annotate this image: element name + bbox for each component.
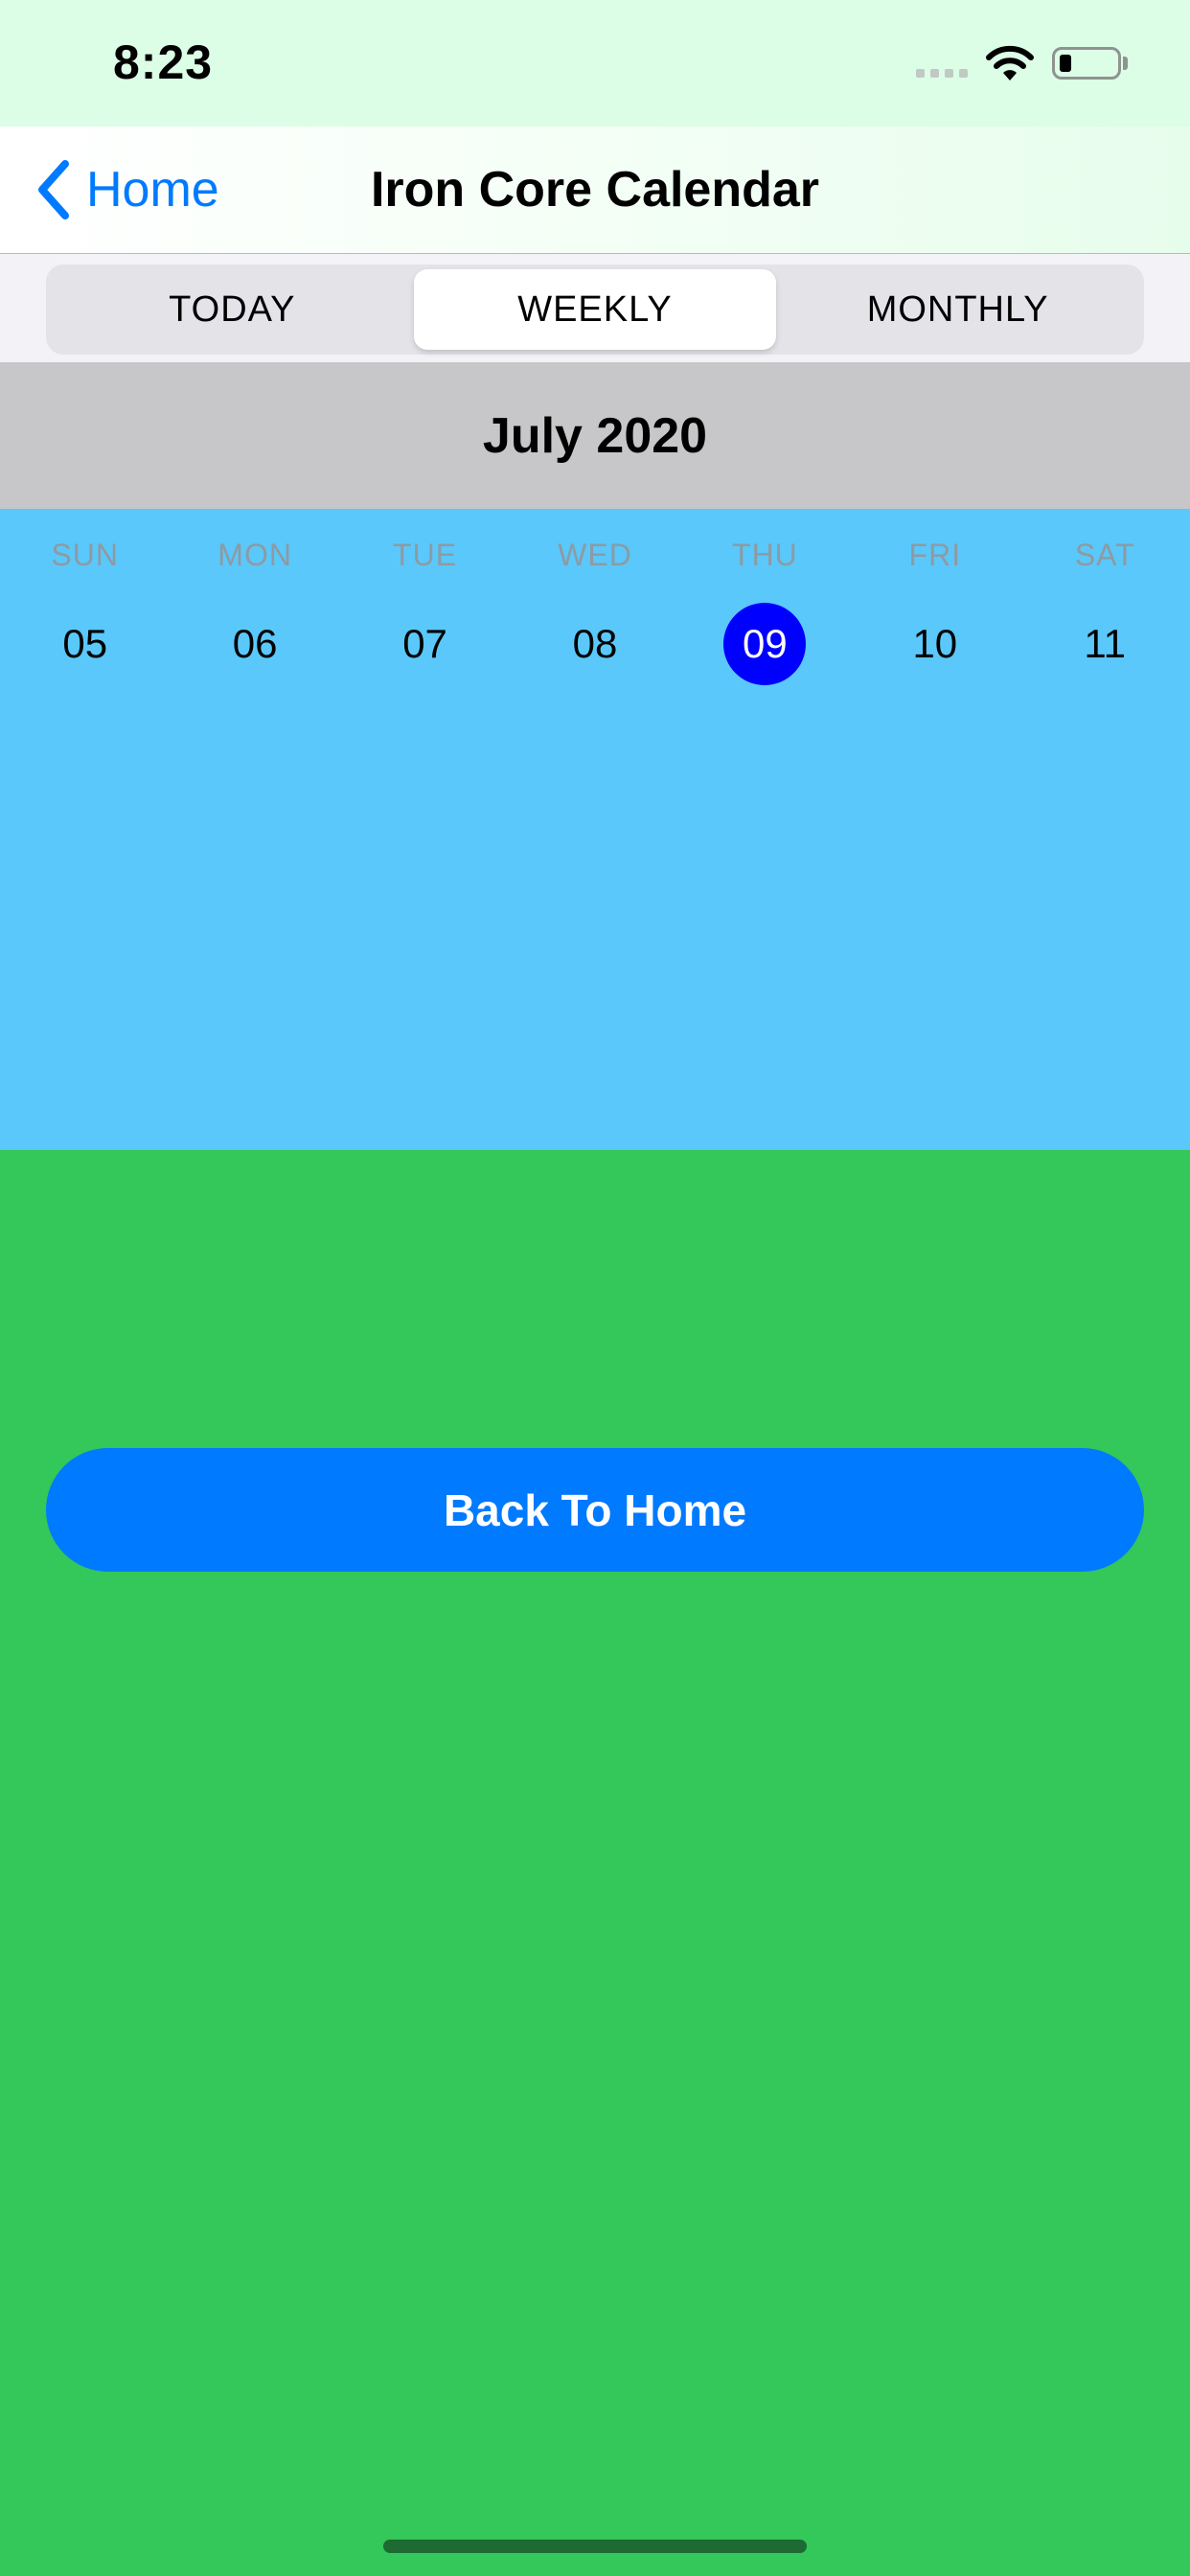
weekday-sun: SUN: [51, 538, 119, 572]
wifi-icon: [986, 45, 1034, 80]
weekday-thu: THU: [732, 538, 798, 572]
battery-icon: [1052, 47, 1121, 80]
weekday-mon: MON: [217, 538, 292, 572]
date-cell-selected[interactable]: 09: [723, 603, 807, 685]
month-header: July 2020: [0, 362, 1190, 509]
date-cell[interactable]: 11: [1064, 603, 1146, 685]
home-indicator[interactable]: [383, 2540, 807, 2553]
date-cell[interactable]: 05: [44, 603, 126, 685]
date-cell[interactable]: 10: [894, 603, 976, 685]
weekday-tue: TUE: [393, 538, 458, 572]
weekday-fri: FRI: [908, 538, 962, 572]
weekday-sat: SAT: [1074, 538, 1135, 572]
weekday-wed: WED: [558, 538, 632, 572]
segment-monthly[interactable]: MONTHLY: [776, 269, 1139, 350]
view-mode-bar: TODAY WEEKLY MONTHLY: [0, 254, 1190, 362]
battery-tip: [1123, 57, 1128, 70]
date-row: 05 06 07 08 09 10 11: [0, 603, 1190, 685]
back-to-home-button[interactable]: Back To Home: [46, 1448, 1144, 1572]
segment-weekly[interactable]: WEEKLY: [413, 269, 777, 350]
week-calendar: SUN MON TUE WED THU FRI SAT 05 06 07 08 …: [0, 509, 1190, 1150]
date-cell[interactable]: 06: [214, 603, 296, 685]
status-time: 8:23: [113, 35, 214, 89]
date-cell[interactable]: 08: [554, 603, 636, 685]
weekday-row: SUN MON TUE WED THU FRI SAT: [0, 538, 1190, 573]
navigation-bar: Home Iron Core Calendar: [0, 126, 1190, 254]
date-cell[interactable]: 07: [384, 603, 467, 685]
status-bar: 8:23: [0, 0, 1190, 126]
cellular-signal-icon: [916, 69, 968, 78]
page-title: Iron Core Calendar: [370, 162, 820, 218]
segment-today[interactable]: TODAY: [51, 269, 414, 350]
view-mode-segmented-control: TODAY WEEKLY MONTHLY: [46, 264, 1144, 355]
